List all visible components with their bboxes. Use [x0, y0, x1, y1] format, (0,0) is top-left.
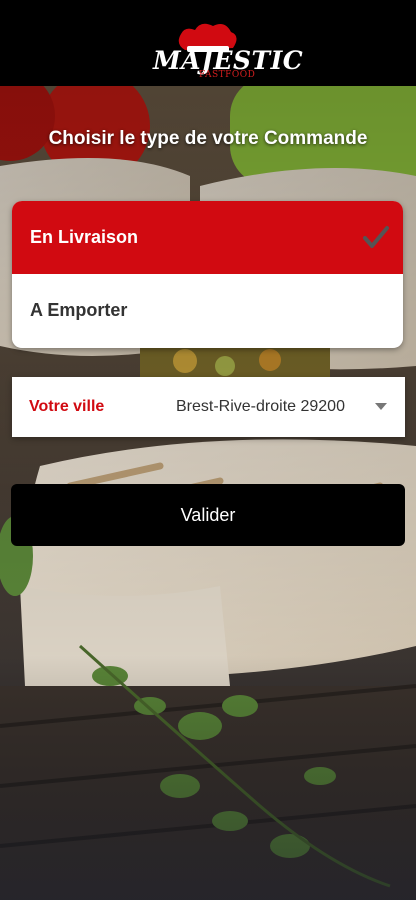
brand-logo: MAJESTIC FASTFOOD — [153, 22, 303, 84]
order-type-delivery[interactable]: En Livraison — [12, 201, 403, 274]
order-type-takeaway-label: A Emporter — [30, 300, 128, 320]
city-label: Votre ville — [29, 398, 105, 415]
app-header: MAJESTIC FASTFOOD — [0, 0, 416, 86]
order-type-delivery-label: En Livraison — [30, 227, 139, 247]
city-select[interactable]: Votre ville Brest-Rive-droite 29200 — [12, 377, 405, 437]
order-type-takeaway[interactable]: A Emporter — [12, 274, 403, 347]
validate-button[interactable]: Valider — [11, 484, 405, 546]
city-selected-value: Brest-Rive-droite 29200 — [176, 398, 345, 415]
checkmark-icon — [363, 226, 389, 248]
page-title: Choisir le type de votre Commande — [48, 128, 368, 149]
logo-subtext: FASTFOOD — [199, 70, 256, 80]
order-type-selector: En Livraison A Emporter — [12, 201, 403, 348]
dropdown-caret-icon — [375, 403, 387, 410]
